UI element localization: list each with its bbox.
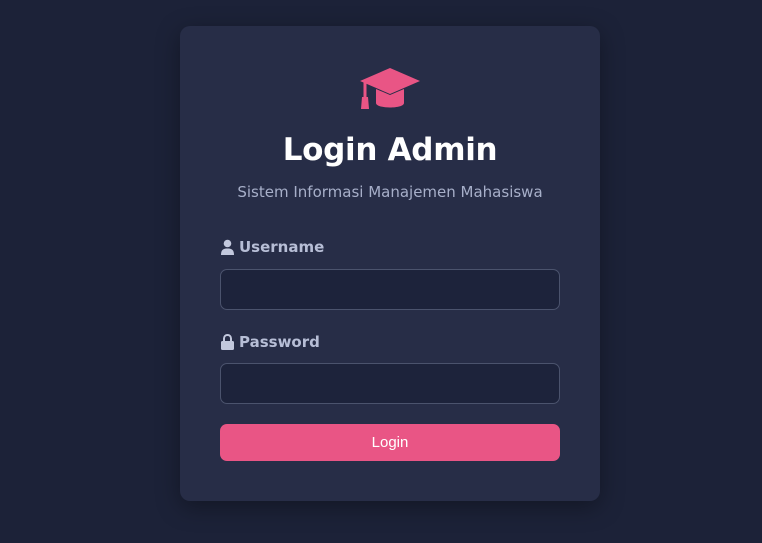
username-label: Username xyxy=(220,237,324,257)
password-label-text: Password xyxy=(239,333,320,351)
username-label-text: Username xyxy=(239,238,325,256)
password-label: Password xyxy=(220,332,320,352)
login-card: Login Admin Sistem Informasi Manajemen M… xyxy=(180,26,600,501)
password-input[interactable] xyxy=(220,363,560,404)
page-title: Login Admin xyxy=(282,132,498,168)
lock-icon xyxy=(220,334,235,350)
username-input[interactable] xyxy=(220,269,560,310)
login-button[interactable]: Login xyxy=(220,424,560,461)
page-subtitle: Sistem Informasi Manajemen Mahasiswa xyxy=(237,183,543,201)
user-icon xyxy=(220,239,235,255)
graduation-cap-icon xyxy=(358,66,422,114)
